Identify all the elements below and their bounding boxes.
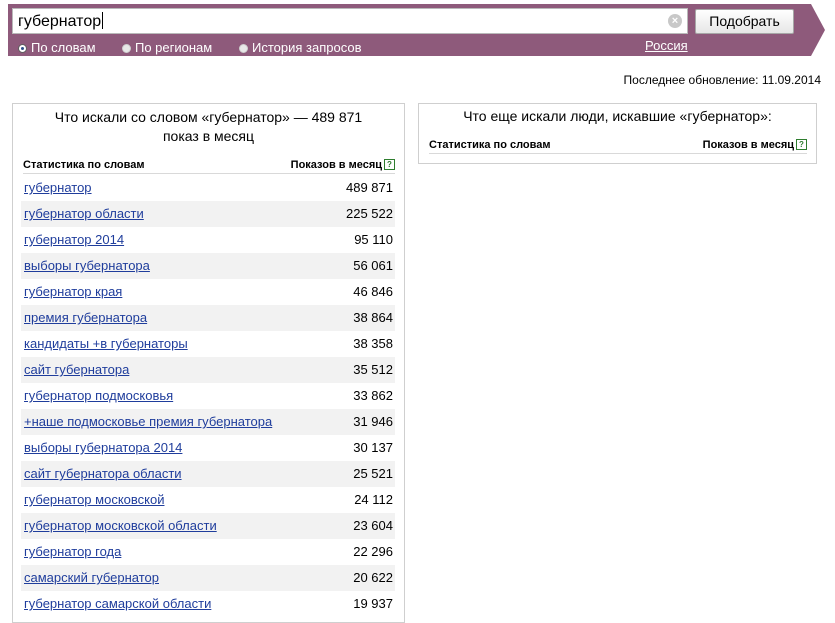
shows-count: 46 846 [353,284,393,299]
table-row: губернатор самарской области 19 937 [21,591,395,617]
table-row: сайт губернатора 35 512 [21,357,395,383]
word-stats-panel: Что искали со словом «губернатор» — 489 … [12,103,405,623]
search-query-text: губернатор [18,13,102,30]
table-row: выборы губернатора 2014 30 137 [21,435,395,461]
keyword-link[interactable]: сайт губернатора [24,362,129,377]
text-caret [102,12,104,29]
mode-label: По словам [31,40,96,55]
panel-title: Что еще искали люди, искавшие «губернато… [463,108,772,124]
related-searches-panel: Что еще искали люди, искавшие «губернато… [418,103,817,164]
keyword-link[interactable]: губернатор года [24,544,121,559]
keyword-link[interactable]: губернатор области [24,206,144,221]
table-row: губернатор области 225 522 [21,201,395,227]
shows-count: 95 110 [354,232,393,247]
table-row: губернатор 489 871 [21,175,395,201]
table-row: премия губернатора 38 864 [21,305,395,331]
column-header-label: Показов в месяц [702,139,794,151]
keyword-link[interactable]: +наше подмосковье премия губернатора [24,414,272,429]
keyword-link[interactable]: губернатор подмосковья [24,388,173,403]
keyword-link[interactable]: сайт губернатора области [24,466,182,481]
title-line: Что искали со словом «губернатор» — 489 … [54,109,363,125]
table-row: губернатор московской области 23 604 [21,513,395,539]
column-header-label: Показов в месяц [290,159,382,171]
keyword-link[interactable]: губернатор края [24,284,122,299]
keyword-list: губернатор 489 871 губернатор области 225 … [21,175,395,617]
mode-by-regions-radio[interactable]: По регионам [122,40,212,55]
keyword-link[interactable]: премия губернатора [24,310,147,325]
clear-icon[interactable]: × [668,14,682,28]
search-band-arrow [811,4,825,56]
shows-count: 225 522 [346,206,393,221]
last-updated: Последнее обновление: 11.09.2014 [623,73,821,87]
shows-count: 38 864 [353,310,393,325]
radio-unchecked-icon [122,44,131,53]
mode-history-radio[interactable]: История запросов [239,40,362,55]
table-row: +наше подмосковье премия губернатора 31 9… [21,409,395,435]
table-row: кандидаты +в губернаторы 38 358 [21,331,395,357]
table-row: губернатор подмосковья 33 862 [21,383,395,409]
help-icon[interactable]: ? [796,139,807,150]
table-header: Статистика по словам Показов в месяц? [429,138,807,154]
keyword-link[interactable]: кандидаты +в губернаторы [24,336,188,351]
column-header-shows: Показов в месяц? [291,159,395,171]
keyword-link[interactable]: самарский губернатор [24,570,159,585]
shows-count: 19 937 [353,596,393,611]
search-input[interactable]: губернатор [12,8,688,34]
column-header-shows: Показов в месяц? [703,139,807,151]
shows-count: 23 604 [353,518,393,533]
mode-label: По регионам [135,40,213,55]
radio-checked-icon [18,44,27,53]
shows-count: 33 862 [353,388,393,403]
region-link[interactable]: Россия [645,38,688,53]
table-row: губернатор края 46 846 [21,279,395,305]
title-line: показ в месяц [162,128,255,144]
mode-by-words-radio[interactable]: По словам [18,40,96,55]
shows-count: 56 061 [353,258,393,273]
shows-count: 35 512 [353,362,393,377]
mode-label: История запросов [252,40,362,55]
shows-count: 30 137 [353,440,393,455]
keyword-link[interactable]: выборы губернатора [24,258,150,273]
shows-count: 31 946 [353,414,393,429]
keyword-link[interactable]: губернатор 2014 [24,232,124,247]
shows-count: 25 521 [353,466,393,481]
keyword-link[interactable]: губернатор [24,180,92,195]
keyword-link[interactable]: губернатор московской [24,492,164,507]
table-row: выборы губернатора 56 061 [21,253,395,279]
table-row: губернатор 2014 95 110 [21,227,395,253]
table-row: губернатор года 22 296 [21,539,395,565]
keyword-link[interactable]: губернатор самарской области [24,596,211,611]
submit-button[interactable]: Подобрать [695,9,794,34]
column-header-words: Статистика по словам [23,159,145,171]
table-row: губернатор московской 24 112 [21,487,395,513]
keyword-link[interactable]: губернатор московской области [24,518,217,533]
shows-count: 22 296 [353,544,393,559]
shows-count: 38 358 [353,336,393,351]
shows-count: 20 622 [353,570,393,585]
radio-unchecked-icon [239,44,248,53]
column-header-words: Статистика по словам [429,139,551,151]
panel-title: Что искали со словом «губернатор» — 489 … [25,108,392,146]
table-row: самарский губернатор 20 622 [21,565,395,591]
table-row: сайт губернатора области 25 521 [21,461,395,487]
help-icon[interactable]: ? [384,159,395,170]
shows-count: 24 112 [354,492,393,507]
shows-count: 489 871 [346,180,393,195]
keyword-link[interactable]: выборы губернатора 2014 [24,440,182,455]
table-header: Статистика по словам Показов в месяц? [23,158,395,174]
